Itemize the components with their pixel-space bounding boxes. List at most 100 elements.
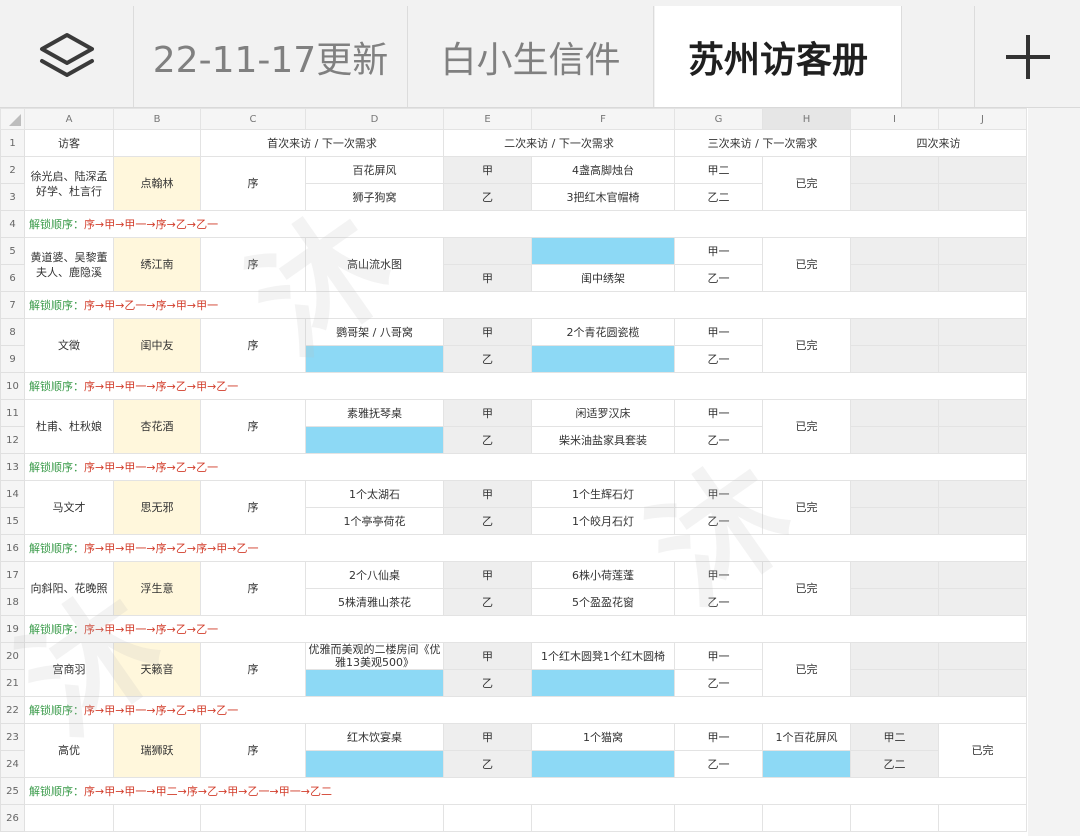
- row-number[interactable]: 3: [0, 183, 25, 211]
- second-visit-item[interactable]: 1个生辉石灯: [531, 480, 675, 508]
- fourth-visit-branch[interactable]: 乙二: [850, 750, 939, 778]
- row-number[interactable]: 21: [0, 669, 25, 697]
- row-number[interactable]: 23: [0, 723, 25, 751]
- status-cell[interactable]: 已完: [938, 723, 1027, 778]
- visitor-cell[interactable]: 宫商羽: [24, 642, 114, 697]
- select-all-corner[interactable]: [0, 108, 25, 130]
- second-visit-branch[interactable]: 乙: [443, 183, 532, 211]
- empty-cell[interactable]: [443, 804, 532, 832]
- third-visit-branch[interactable]: 甲一: [674, 723, 763, 751]
- status-cell[interactable]: 已完: [762, 399, 851, 454]
- empty-cell[interactable]: [850, 399, 939, 427]
- row-number[interactable]: 25: [0, 777, 25, 805]
- station-cell[interactable]: 闺中友: [113, 318, 201, 373]
- unlock-order-cell[interactable]: 解锁顺序：序→甲→甲一→序→乙→甲→乙一: [24, 696, 1027, 724]
- row-number[interactable]: 26: [0, 804, 25, 832]
- second-visit-branch[interactable]: 甲: [443, 318, 532, 346]
- header-visitor[interactable]: 访客: [24, 129, 114, 157]
- empty-cell[interactable]: [938, 507, 1027, 535]
- empty-cell[interactable]: [200, 804, 306, 832]
- third-visit-branch[interactable]: 甲一: [674, 642, 763, 670]
- xu-cell[interactable]: 序: [200, 480, 306, 535]
- column-header[interactable]: J: [938, 108, 1027, 130]
- unlock-order-cell[interactable]: 解锁顺序：序→甲→甲一→序→乙→甲→乙一: [24, 372, 1027, 400]
- unlock-order-cell[interactable]: 解锁顺序：序→甲→甲一→序→乙→序→甲→乙一: [24, 534, 1027, 562]
- second-visit-item[interactable]: [531, 237, 675, 265]
- fourth-visit-branch[interactable]: 甲二: [850, 723, 939, 751]
- xu-cell[interactable]: 序: [200, 642, 306, 697]
- column-header[interactable]: D: [305, 108, 444, 130]
- row-number[interactable]: 20: [0, 642, 25, 670]
- third-visit-branch[interactable]: 乙一: [674, 264, 763, 292]
- third-visit-branch[interactable]: 甲一: [674, 318, 763, 346]
- station-cell[interactable]: 浮生意: [113, 561, 201, 616]
- second-visit-branch[interactable]: 乙: [443, 426, 532, 454]
- unlock-order-cell[interactable]: 解锁顺序：序→甲→甲一→序→乙→乙一: [24, 210, 1027, 238]
- row-number[interactable]: 19: [0, 615, 25, 643]
- empty-cell[interactable]: [24, 804, 114, 832]
- empty-cell[interactable]: [850, 426, 939, 454]
- second-visit-item[interactable]: 1个皎月石灯: [531, 507, 675, 535]
- first-visit-item[interactable]: 高山流水图: [305, 237, 444, 292]
- first-visit-item[interactable]: 1个太湖石: [305, 480, 444, 508]
- empty-cell[interactable]: [850, 669, 939, 697]
- tab-sheet-letters[interactable]: 白小生信件: [408, 6, 654, 107]
- third-visit-branch[interactable]: 甲一: [674, 480, 763, 508]
- third-visit-item[interactable]: [762, 750, 851, 778]
- station-cell[interactable]: 点翰林: [113, 156, 201, 211]
- station-cell[interactable]: 瑞狮跃: [113, 723, 201, 778]
- first-visit-item[interactable]: 百花屏风: [305, 156, 444, 184]
- row-number[interactable]: 9: [0, 345, 25, 373]
- visitor-cell[interactable]: 文徵: [24, 318, 114, 373]
- empty-cell[interactable]: [850, 804, 939, 832]
- first-visit-item[interactable]: 5株清雅山茶花: [305, 588, 444, 616]
- second-visit-item[interactable]: 3把红木官帽椅: [531, 183, 675, 211]
- second-visit-branch[interactable]: 乙: [443, 669, 532, 697]
- row-number[interactable]: 17: [0, 561, 25, 589]
- row-number[interactable]: 6: [0, 264, 25, 292]
- second-visit-branch[interactable]: [443, 237, 532, 265]
- station-cell[interactable]: 杏花酒: [113, 399, 201, 454]
- unlock-order-cell[interactable]: 解锁顺序：序→甲→甲一→序→乙→乙一: [24, 615, 1027, 643]
- empty-cell[interactable]: [674, 804, 763, 832]
- row-number[interactable]: 4: [0, 210, 25, 238]
- add-sheet-button[interactable]: [975, 6, 1080, 107]
- second-visit-branch[interactable]: 乙: [443, 750, 532, 778]
- row-number[interactable]: 22: [0, 696, 25, 724]
- row-number[interactable]: 10: [0, 372, 25, 400]
- second-visit-branch[interactable]: 乙: [443, 345, 532, 373]
- visitor-cell[interactable]: 杜甫、杜秋娘: [24, 399, 114, 454]
- status-cell[interactable]: 已完: [762, 480, 851, 535]
- empty-cell[interactable]: [850, 345, 939, 373]
- column-header[interactable]: B: [113, 108, 201, 130]
- second-visit-branch[interactable]: 甲: [443, 156, 532, 184]
- status-cell[interactable]: 已完: [762, 561, 851, 616]
- third-visit-branch[interactable]: 乙二: [674, 183, 763, 211]
- empty-cell[interactable]: [850, 480, 939, 508]
- first-visit-item[interactable]: [305, 345, 444, 373]
- third-visit-branch[interactable]: 甲二: [674, 156, 763, 184]
- second-visit-item[interactable]: 1个红木圆凳1个红木圆椅: [531, 642, 675, 670]
- second-visit-item[interactable]: 4盏高脚烛台: [531, 156, 675, 184]
- spreadsheet[interactable]: A B C D E F G H I J 1 访客 首次来访 / 下一次需求 二次来访 / 下一次需求 三次来…: [0, 108, 1080, 836]
- header-second-visit[interactable]: 二次来访 / 下一次需求: [443, 129, 675, 157]
- empty-cell[interactable]: [938, 264, 1027, 292]
- empty-cell[interactable]: [850, 264, 939, 292]
- row-number[interactable]: 15: [0, 507, 25, 535]
- row-number[interactable]: 11: [0, 399, 25, 427]
- third-visit-branch[interactable]: 甲一: [674, 561, 763, 589]
- column-header[interactable]: E: [443, 108, 532, 130]
- empty-cell[interactable]: [938, 156, 1027, 184]
- row-number[interactable]: 7: [0, 291, 25, 319]
- row-number[interactable]: 18: [0, 588, 25, 616]
- third-visit-item[interactable]: 1个百花屏风: [762, 723, 851, 751]
- first-visit-item[interactable]: 红木饮宴桌: [305, 723, 444, 751]
- xu-cell[interactable]: 序: [200, 561, 306, 616]
- empty-cell[interactable]: [938, 669, 1027, 697]
- third-visit-branch[interactable]: 甲一: [674, 237, 763, 265]
- first-visit-item[interactable]: 素雅抚琴桌: [305, 399, 444, 427]
- second-visit-item[interactable]: 柴米油盐家具套装: [531, 426, 675, 454]
- row-number[interactable]: 2: [0, 156, 25, 184]
- tab-overflow[interactable]: [901, 6, 975, 107]
- visitor-cell[interactable]: 马文才: [24, 480, 114, 535]
